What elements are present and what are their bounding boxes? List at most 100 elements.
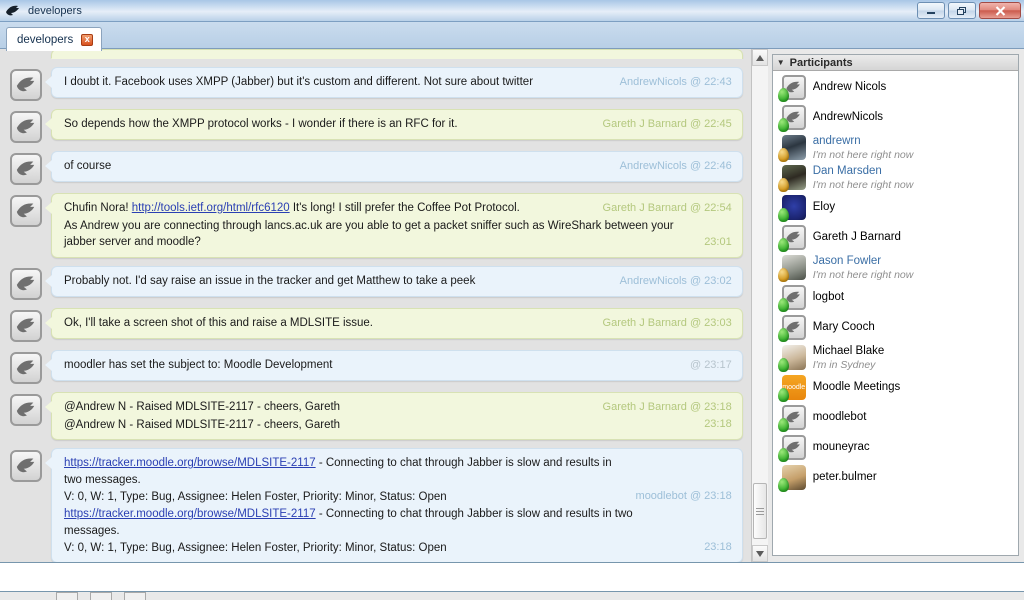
message-link[interactable]: https://tracker.moodle.org/browse/MDLSIT… xyxy=(64,508,316,520)
message-text: @Andrew N - Raised MDLSITE-2117 - cheers… xyxy=(64,417,690,434)
chat-scrollbar[interactable] xyxy=(750,49,768,562)
default-bird-avatar-icon xyxy=(10,394,42,427)
participant-name[interactable]: Mary Cooch xyxy=(813,321,1014,334)
chevron-down-icon[interactable]: ▼ xyxy=(777,58,785,67)
participant-name[interactable]: logbot xyxy=(813,291,1014,304)
close-button[interactable] xyxy=(979,2,1021,19)
participant-body: Eloy xyxy=(813,201,1014,214)
message-meta: 23:01 xyxy=(704,236,732,249)
bubble-wrapper: moodler has set the subject to: Moodle D… xyxy=(45,350,743,381)
message-text: As Andrew you are connecting through lan… xyxy=(64,218,690,251)
participant-item[interactable]: moodle Moodle Meetings xyxy=(773,373,1018,403)
scroll-up-arrow-icon[interactable] xyxy=(751,49,768,66)
participant-item[interactable]: mouneyrac xyxy=(773,433,1018,463)
participant-item[interactable]: AndrewNicols xyxy=(773,103,1018,133)
message-text-run: Probably not. I'd say raise an issue in … xyxy=(64,275,476,288)
participants-title: Participants xyxy=(789,56,853,69)
participant-body: peter.bulmer xyxy=(813,471,1014,484)
message-text-run: As Andrew you are connecting through lan… xyxy=(64,219,674,249)
chat-scroll-wrapper: I doubt it. Facebook uses XMPP (Jabber) … xyxy=(0,49,768,562)
message-text: of course xyxy=(64,158,606,175)
participant-item[interactable]: andrewrn I'm not here right now xyxy=(773,133,1018,163)
default-bird-avatar-icon xyxy=(10,352,42,385)
participant-name[interactable]: Andrew Nicols xyxy=(813,81,1014,94)
participant-avatar xyxy=(777,465,806,492)
participant-avatar: moodle xyxy=(777,375,806,402)
maximize-restore-button[interactable] xyxy=(948,2,976,19)
participant-name[interactable]: Jason Fowler xyxy=(813,255,1014,268)
participant-body: mouneyrac xyxy=(813,441,1014,454)
window-body: I doubt it. Facebook uses XMPP (Jabber) … xyxy=(0,49,1024,562)
presence-away-icon xyxy=(777,148,789,162)
message-line: of course AndrewNicols @ 22:46 xyxy=(64,158,732,175)
message-row: moodler has set the subject to: Moodle D… xyxy=(0,350,751,385)
scroll-down-arrow-icon[interactable] xyxy=(751,545,768,562)
message-text: Chufin Nora! http://tools.ietf.org/html/… xyxy=(64,200,589,217)
presence-online-icon xyxy=(777,208,789,222)
message-bubble: So depends how the XMPP protocol works -… xyxy=(45,109,743,140)
tab-developers[interactable]: developers x xyxy=(6,27,103,51)
participant-name[interactable]: andrewrn xyxy=(813,135,1014,148)
participant-item[interactable]: Andrew Nicols xyxy=(773,73,1018,103)
close-icon[interactable]: x xyxy=(81,33,94,46)
participant-avatar xyxy=(777,435,806,462)
participant-name[interactable]: Gareth J Barnard xyxy=(813,231,1014,244)
participant-avatar xyxy=(777,195,806,222)
presence-online-icon xyxy=(777,358,789,372)
toolbar-button-1[interactable] xyxy=(56,592,78,600)
message-text: https://tracker.moodle.org/browse/MDLSIT… xyxy=(64,455,622,505)
message-link[interactable]: http://tools.ietf.org/html/rfc6120 xyxy=(132,202,290,214)
participant-item[interactable]: logbot xyxy=(773,283,1018,313)
participant-item[interactable]: moodlebot xyxy=(773,403,1018,433)
message-text: Probably not. I'd say raise an issue in … xyxy=(64,273,606,290)
participant-name[interactable]: Moodle Meetings xyxy=(813,381,1014,394)
toolbar-button-3[interactable] xyxy=(124,592,146,600)
message-subtext: V: 0, W: 1, Type: Bug, Assignee: Helen F… xyxy=(64,541,447,554)
participant-name[interactable]: AndrewNicols xyxy=(813,111,1014,124)
presence-online-icon xyxy=(777,118,789,132)
message-bubble: Chufin Nora! http://tools.ietf.org/html/… xyxy=(45,193,743,259)
participant-name[interactable]: Dan Marsden xyxy=(813,165,1014,178)
chat-column: I doubt it. Facebook uses XMPP (Jabber) … xyxy=(0,49,768,562)
participant-item[interactable]: peter.bulmer xyxy=(773,463,1018,493)
message-input[interactable] xyxy=(0,562,1024,592)
message-text-run: I doubt it. Facebook uses XMPP (Jabber) … xyxy=(64,76,534,88)
participant-item[interactable]: Dan Marsden I'm not here right now xyxy=(773,163,1018,193)
composer-area xyxy=(0,562,1024,600)
message-bubble: https://tracker.moodle.org/browse/MDLSIT… xyxy=(45,448,743,562)
participant-body: moodlebot xyxy=(813,411,1014,424)
message-line: Probably not. I'd say raise an issue in … xyxy=(64,273,732,290)
participant-item[interactable]: Mary Cooch xyxy=(773,313,1018,343)
participant-name[interactable]: mouneyrac xyxy=(813,441,1014,454)
participant-body: AndrewNicols xyxy=(813,111,1014,124)
participant-item[interactable]: Michael Blake I'm in Sydney xyxy=(773,343,1018,373)
message-text: @Andrew N - Raised MDLSITE-2117 - cheers… xyxy=(64,399,589,416)
participant-item[interactable]: Gareth J Barnard xyxy=(773,223,1018,253)
participant-name[interactable]: Michael Blake xyxy=(813,345,1014,358)
scrollbar-track[interactable] xyxy=(751,66,768,545)
message-text-run: So depends how the XMPP protocol works -… xyxy=(64,118,458,130)
participant-avatar xyxy=(777,285,806,312)
message-link[interactable]: https://tracker.moodle.org/browse/MDLSIT… xyxy=(64,457,316,469)
participants-header[interactable]: ▼ Participants xyxy=(772,55,1018,71)
minimize-button[interactable] xyxy=(917,2,945,19)
participant-item[interactable]: Jason Fowler I'm not here right now xyxy=(773,253,1018,283)
presence-online-icon xyxy=(777,448,789,462)
participant-item[interactable]: Eloy xyxy=(773,193,1018,223)
toolbar-button-2[interactable] xyxy=(90,592,112,600)
message-text: https://tracker.moodle.org/browse/MDLSIT… xyxy=(64,506,690,556)
participant-name[interactable]: moodlebot xyxy=(813,411,1014,424)
bubble-wrapper: @Andrew N - Raised MDLSITE-2117 - cheers… xyxy=(45,392,743,441)
message-text: Ok, I'll take a screen shot of this and … xyxy=(64,315,589,332)
message-bubble: Ok, I'll take a screen shot of this and … xyxy=(45,308,743,339)
participant-avatar xyxy=(777,225,806,252)
message-row: I doubt it. Facebook uses XMPP (Jabber) … xyxy=(0,67,751,101)
participant-body: Michael Blake I'm in Sydney xyxy=(813,345,1014,370)
participant-avatar xyxy=(777,255,806,282)
participant-name[interactable]: peter.bulmer xyxy=(813,471,1014,484)
participant-name[interactable]: Eloy xyxy=(813,201,1014,214)
participant-body: andrewrn I'm not here right now xyxy=(813,135,1014,160)
scrollbar-thumb[interactable] xyxy=(752,483,767,539)
participant-body: logbot xyxy=(813,291,1014,304)
participant-body: Mary Cooch xyxy=(813,321,1014,334)
